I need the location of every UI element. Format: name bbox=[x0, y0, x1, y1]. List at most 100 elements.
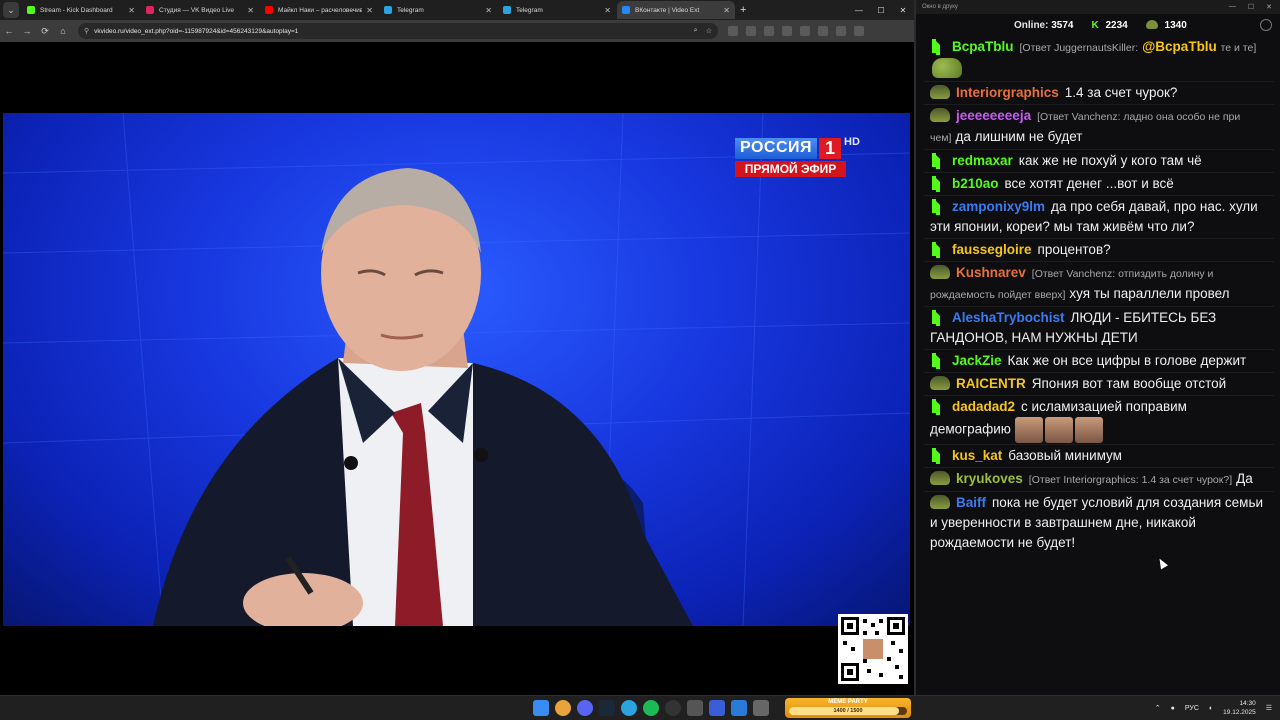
chat-message-text: как же не похуй у кого там чё bbox=[1018, 153, 1202, 168]
app-icon[interactable] bbox=[687, 700, 703, 716]
browser-tab[interactable]: Telegram ✕ bbox=[498, 1, 616, 19]
minimize-button[interactable]: — bbox=[848, 0, 870, 20]
telegram-icon[interactable] bbox=[621, 700, 637, 716]
kick-badge-icon bbox=[930, 309, 946, 326]
tab-close-icon[interactable]: ✕ bbox=[247, 6, 254, 15]
notifications-icon[interactable]: ☰ bbox=[1266, 704, 1272, 712]
close-window-button[interactable]: ✕ bbox=[892, 0, 914, 20]
new-tab-button[interactable]: + bbox=[740, 4, 746, 16]
back-history-icon[interactable] bbox=[728, 26, 738, 36]
frog-emote-icon bbox=[932, 58, 962, 78]
chat-message: redmaxar как же не похуй у кого там чё bbox=[924, 149, 1274, 172]
chat-username[interactable]: ВсраТblu bbox=[952, 39, 1014, 54]
settings-gear-icon[interactable] bbox=[1260, 19, 1272, 31]
tab-close-icon[interactable]: ✕ bbox=[604, 6, 611, 15]
clock[interactable]: 14:30 19.12.2025 bbox=[1223, 699, 1256, 717]
chat-username[interactable]: JackZie bbox=[952, 353, 1002, 368]
chat-maximize-button[interactable]: ☐ bbox=[1248, 3, 1254, 11]
kick-icon: K bbox=[1091, 19, 1099, 31]
chat-username[interactable]: jeeeeeeeeja bbox=[956, 108, 1031, 123]
download-icon[interactable] bbox=[800, 26, 810, 36]
channel-name: РОССИЯ bbox=[735, 138, 818, 159]
chat-username[interactable]: b210ao bbox=[952, 176, 999, 191]
network-volume-icon[interactable]: ◐ bbox=[1209, 705, 1213, 712]
extension-icon[interactable] bbox=[764, 26, 774, 36]
chat-close-button[interactable]: ✕ bbox=[1266, 3, 1272, 11]
tray-overflow-icon[interactable]: ⌃ bbox=[1155, 704, 1161, 712]
home-button[interactable]: ⌂ bbox=[54, 26, 72, 36]
browser-tab[interactable]: Студия — VK Видео Live ✕ bbox=[141, 1, 259, 19]
url-field[interactable]: ⚲ vkvideo.ru/video_ext.php?oid=-11598792… bbox=[78, 23, 718, 39]
mention[interactable]: @ВсраТblu bbox=[1142, 39, 1217, 54]
qr-code bbox=[838, 614, 908, 684]
chat-minimize-button[interactable]: — bbox=[1229, 3, 1236, 11]
online-count: 3574 bbox=[1051, 19, 1074, 31]
video-player[interactable]: РОССИЯ 1 HD ПРЯМОЙ ЭФИР bbox=[3, 113, 910, 626]
chat-username[interactable]: Kushnarev bbox=[956, 265, 1026, 280]
tab-close-icon[interactable]: ✕ bbox=[723, 6, 730, 15]
steam-icon[interactable] bbox=[599, 700, 615, 716]
chat-message-text: Да bbox=[1236, 471, 1253, 486]
chat-username[interactable]: redmaxar bbox=[952, 153, 1013, 168]
kick-badge-icon bbox=[930, 352, 946, 369]
browser-tab[interactable]: Майкл Наки – расчеловечиван ✕ bbox=[260, 1, 378, 19]
chat-message-text: Как же он все цифры в голове держит bbox=[1007, 353, 1247, 368]
chat-message-text: Япония вот там вообще отстой bbox=[1031, 376, 1227, 391]
tab-close-icon[interactable]: ✕ bbox=[128, 6, 135, 15]
kick-badge-icon bbox=[930, 175, 946, 192]
chat-username[interactable]: Interiorgraphics bbox=[956, 85, 1059, 100]
chat-message: kus_kat базовый минимум bbox=[924, 444, 1274, 467]
back-button[interactable]: ← bbox=[0, 26, 18, 36]
chrome-icon[interactable] bbox=[555, 700, 571, 716]
tab-title: Майкл Наки – расчеловечиван bbox=[278, 6, 363, 14]
reload-button[interactable]: ⟳ bbox=[36, 26, 54, 37]
windows-taskbar: MEME PARTY 1400 / 1500 ⌃ ● РУС ◐ 14:30 1… bbox=[0, 695, 1280, 720]
kick-badge-icon bbox=[930, 198, 946, 215]
chat-username[interactable]: RAICENTR bbox=[956, 376, 1026, 391]
maximize-button[interactable]: ☐ bbox=[870, 0, 892, 20]
tab-search-button[interactable]: ⌄ bbox=[3, 2, 19, 18]
browser-tab[interactable]: Stream - Kick Dashboard ✕ bbox=[22, 1, 140, 19]
tab-groups-icon[interactable] bbox=[818, 26, 828, 36]
pepe-badge-icon bbox=[930, 85, 950, 99]
speaker-figure bbox=[153, 168, 693, 626]
chat-message: Interiorgraphics 1.4 за счет чурок? bbox=[924, 81, 1274, 104]
chat-username[interactable]: zamponixy9lm bbox=[952, 199, 1045, 214]
meme-party-widget[interactable]: MEME PARTY 1400 / 1500 bbox=[785, 698, 911, 718]
media-player-icon[interactable] bbox=[709, 700, 725, 716]
chat-message: JackZie Как же он все цифры в голове держ… bbox=[924, 349, 1274, 372]
browser-menu-icon[interactable] bbox=[854, 26, 864, 36]
chat-username[interactable]: fausseglоire bbox=[952, 242, 1032, 257]
chat-username[interactable]: Baiff bbox=[956, 495, 986, 510]
mic-icon[interactable]: ● bbox=[1171, 705, 1175, 712]
tab-close-icon[interactable]: ✕ bbox=[485, 6, 492, 15]
chat-username[interactable]: kus_kat bbox=[952, 448, 1002, 463]
taskbar-apps bbox=[533, 700, 769, 716]
chat-message: b210ao все хотят денег ...вот и всё bbox=[924, 172, 1274, 195]
forward-button[interactable]: → bbox=[18, 26, 36, 36]
browser-tab[interactable]: Telegram ✕ bbox=[379, 1, 497, 19]
chat-message-list[interactable]: ВсраТblu [Ответ JuggernautsKiller: @ВсраТb… bbox=[924, 36, 1274, 554]
window-controls: — ☐ ✕ bbox=[848, 0, 914, 20]
app-icon[interactable] bbox=[753, 700, 769, 716]
tab-close-icon[interactable]: ✕ bbox=[366, 6, 373, 15]
site-info-icon[interactable]: ⚲ bbox=[84, 27, 89, 35]
chat-username[interactable]: dadadad2 bbox=[952, 399, 1015, 414]
chat-username[interactable]: AleshaTrybochist bbox=[952, 310, 1065, 325]
chat-username[interactable]: kryukoves bbox=[956, 471, 1023, 486]
extensions-puzzle-icon[interactable] bbox=[782, 26, 792, 36]
chat-app-icon[interactable] bbox=[731, 700, 747, 716]
discord-icon[interactable] bbox=[577, 700, 593, 716]
language-indicator[interactable]: РУС bbox=[1185, 705, 1199, 712]
obs-icon[interactable] bbox=[665, 700, 681, 716]
system-tray: ⌃ ● РУС ◐ 14:30 19.12.2025 ☰ bbox=[1155, 699, 1272, 717]
spotify-icon[interactable] bbox=[643, 700, 659, 716]
extension-icon[interactable] bbox=[746, 26, 756, 36]
zoom-icon[interactable]: ⌕ bbox=[694, 27, 698, 35]
browser-tab[interactable]: ВКонтакте | Video Ext ✕ bbox=[617, 1, 735, 19]
start-menu-icon[interactable] bbox=[533, 700, 549, 716]
chat-message: fausseglоire процентов? bbox=[924, 238, 1274, 261]
profile-icon[interactable] bbox=[836, 26, 846, 36]
tab-title: Студия — VK Видео Live bbox=[159, 6, 235, 14]
bookmark-star-icon[interactable]: ☆ bbox=[706, 27, 712, 35]
